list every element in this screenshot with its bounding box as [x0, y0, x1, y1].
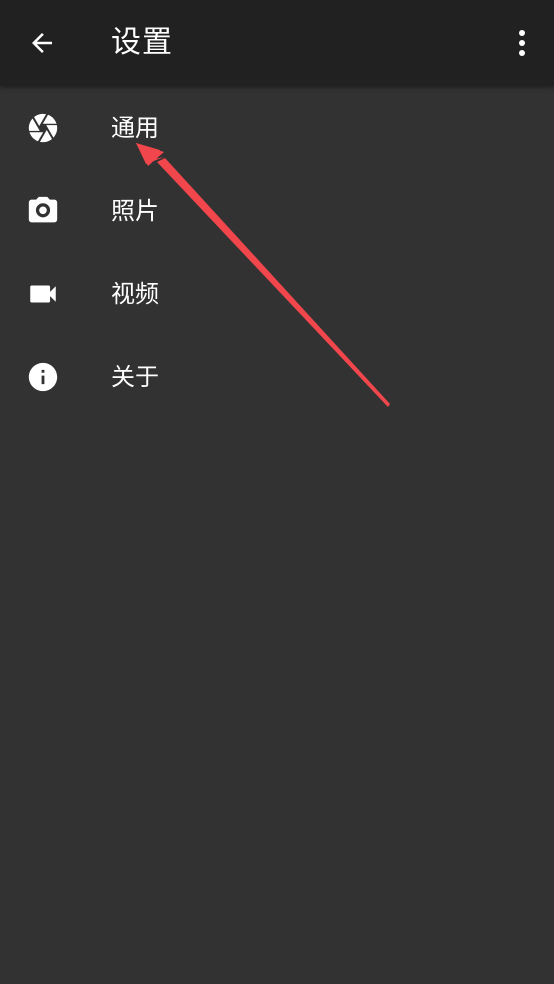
more-vert-icon	[519, 30, 525, 56]
settings-item-label: 照片	[111, 197, 159, 225]
settings-item-label: 通用	[111, 114, 159, 142]
settings-list: 通用 照片 视频 关于	[0, 86, 554, 418]
settings-item-photo[interactable]: 照片	[0, 169, 554, 252]
more-options-button[interactable]	[502, 19, 542, 67]
page-title: 设置	[111, 25, 173, 60]
app-bar: 设置	[0, 0, 554, 86]
back-button[interactable]	[18, 19, 66, 67]
arrow-back-icon	[32, 33, 52, 53]
info-icon	[26, 360, 60, 394]
settings-item-label: 视频	[111, 280, 159, 308]
settings-item-label: 关于	[111, 363, 159, 391]
videocam-icon	[26, 277, 60, 311]
camera-icon	[26, 194, 60, 228]
settings-item-video[interactable]: 视频	[0, 252, 554, 335]
settings-item-about[interactable]: 关于	[0, 335, 554, 418]
settings-item-general[interactable]: 通用	[0, 86, 554, 169]
aperture-icon	[26, 111, 60, 145]
